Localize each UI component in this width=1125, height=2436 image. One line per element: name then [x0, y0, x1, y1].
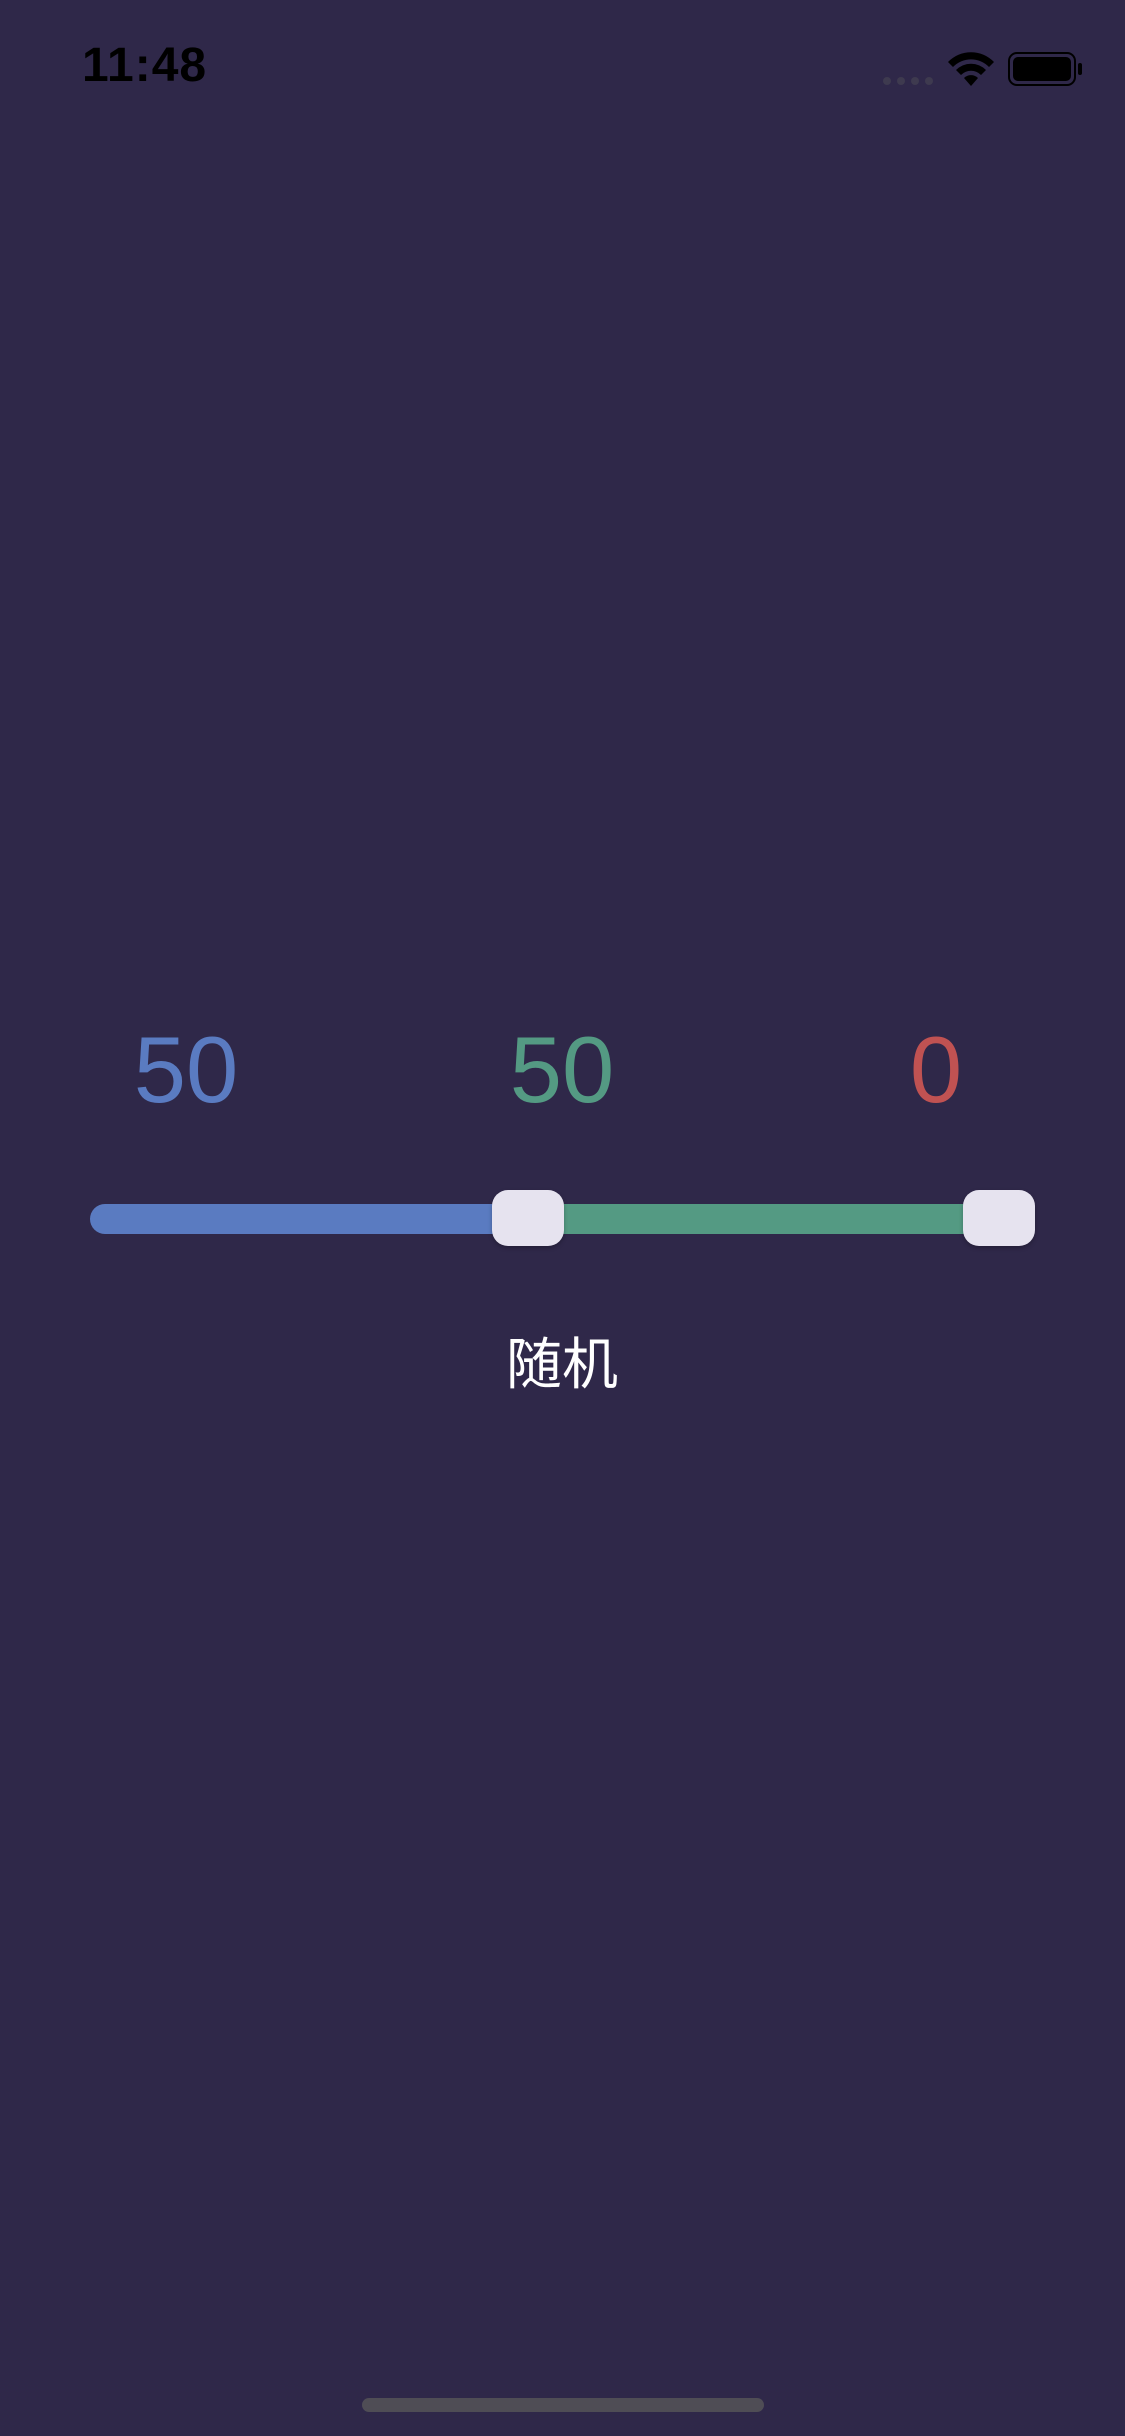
status-time: 11:48 — [82, 39, 208, 92]
wifi-icon — [948, 52, 994, 86]
signal-dots-icon — [883, 77, 933, 85]
status-bar: 11:48 — [0, 0, 1125, 140]
home-indicator[interactable] — [362, 2398, 764, 2412]
blue-track — [90, 1204, 540, 1234]
battery-icon — [1008, 52, 1082, 86]
slider-handle-right[interactable] — [963, 1190, 1035, 1246]
blue-value: 50 — [133, 1017, 239, 1122]
range-slider[interactable] — [90, 1190, 1035, 1250]
green-value: 50 — [509, 1017, 615, 1122]
slider-handle-left[interactable] — [492, 1190, 564, 1246]
green-track — [540, 1204, 1000, 1234]
random-button[interactable]: 随机 — [462, 1330, 662, 1402]
red-value: 0 — [909, 1017, 963, 1122]
